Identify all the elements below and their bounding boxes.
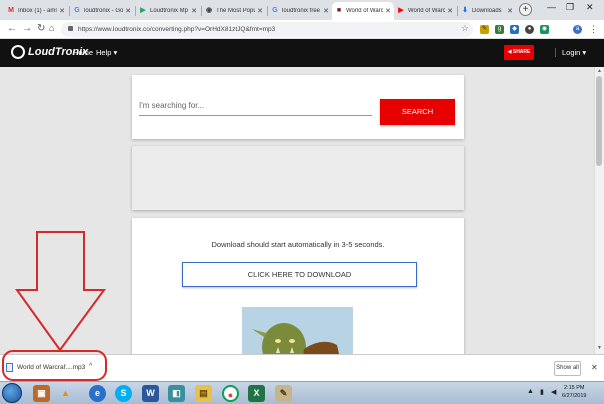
- tab-downloads[interactable]: ⬇ Downloads ✕: [458, 2, 516, 20]
- download-card: Download should start automatically in 3…: [132, 218, 464, 354]
- tab-title: Downloads: [472, 8, 502, 14]
- maximize-icon[interactable]: ❐: [566, 2, 574, 13]
- search-card: SEARCH: [132, 75, 464, 139]
- globe-icon: ◉: [205, 7, 213, 14]
- network-icon[interactable]: ▮: [540, 388, 544, 396]
- gmail-icon: M: [8, 7, 14, 14]
- clock-date: 6/27/2019: [562, 393, 587, 399]
- tab-close-icon[interactable]: ✕: [59, 7, 65, 15]
- extension-pen-icon[interactable]: ✎: [480, 25, 489, 34]
- google-icon: G: [74, 7, 80, 14]
- downloaded-filename: World of Warcraf....mp3: [17, 364, 86, 371]
- clock-time: 2:15 PM: [563, 385, 585, 391]
- share-button[interactable]: ◀ SHARE: [504, 45, 534, 60]
- downloaded-file-item[interactable]: World of Warcraf....mp3: [6, 363, 85, 372]
- bookmark-star-icon[interactable]: ☆: [461, 23, 469, 34]
- site-header: LoudTronix Home Help ▾ ◀ SHARE Login ▾: [0, 39, 604, 67]
- back-icon[interactable]: ←: [7, 23, 17, 34]
- excel-icon[interactable]: X: [248, 385, 265, 402]
- reload-icon[interactable]: ↻: [37, 23, 45, 34]
- tab-title: World of Warcr: [346, 8, 384, 14]
- tab-close-icon[interactable]: ✕: [507, 7, 513, 15]
- download-message: Download should start automatically in 3…: [211, 240, 385, 249]
- scroll-up-icon[interactable]: ▲: [597, 68, 602, 74]
- extension-a-icon[interactable]: ◆: [510, 25, 519, 34]
- file-explorer-icon[interactable]: ▤: [195, 385, 212, 402]
- close-shelf-icon[interactable]: ✕: [591, 363, 598, 372]
- close-window-icon[interactable]: ✕: [586, 2, 594, 13]
- tab-close-icon[interactable]: ✕: [125, 7, 131, 15]
- tab-world-of-warcraft-active[interactable]: ■ World of Warcr ✕: [332, 2, 394, 20]
- search-button[interactable]: SEARCH: [380, 99, 455, 125]
- home-icon[interactable]: ⌂: [49, 23, 54, 33]
- tab-title: loudtronix free: [282, 8, 321, 14]
- tab-close-icon[interactable]: ✕: [191, 7, 197, 15]
- windows-taskbar: ▣ ▲ e S W ◧ ▤ ● X ✎ ▲ ▮ ◀ 2:15 PM 6/27/2…: [0, 381, 604, 404]
- tab-title: The Most Popu: [216, 8, 256, 14]
- game-icon: ■: [336, 7, 342, 14]
- vlc-icon[interactable]: ▲: [57, 385, 74, 402]
- chevron-up-icon[interactable]: ^: [89, 363, 92, 370]
- forward-icon[interactable]: →: [22, 23, 32, 34]
- paint-icon[interactable]: ▣: [33, 385, 50, 402]
- logo-circle-icon: [11, 45, 25, 59]
- lock-icon[interactable]: [68, 26, 73, 31]
- tab-loudtronix-search[interactable]: G loudtronix - Go ✕: [70, 2, 134, 20]
- show-all-button[interactable]: Show all: [554, 361, 581, 376]
- scrollbar-thumb[interactable]: [596, 76, 602, 166]
- address-bar[interactable]: https://www.loudtronix.co/converting.php…: [61, 22, 473, 37]
- profile-avatar[interactable]: a: [573, 25, 582, 34]
- tab-strip: M Inbox (1) - ams ✕ G loudtronix - Go ✕ …: [0, 0, 604, 20]
- play-icon: ▶: [140, 7, 146, 14]
- tab-close-icon[interactable]: ✕: [447, 7, 453, 15]
- tab-close-icon[interactable]: ✕: [257, 7, 263, 15]
- app-tool-icon[interactable]: ✎: [275, 385, 292, 402]
- tab-close-icon[interactable]: ✕: [323, 7, 329, 15]
- extension-g-icon[interactable]: g: [495, 25, 504, 34]
- menu-kebab-icon[interactable]: ⋮: [589, 24, 598, 35]
- app-icon[interactable]: ◧: [168, 385, 185, 402]
- tab-inbox[interactable]: M Inbox (1) - ams ✕: [4, 2, 68, 20]
- skype-icon[interactable]: S: [115, 385, 132, 402]
- tab-title: Loudtronix Mp: [150, 8, 189, 14]
- new-tab-button[interactable]: +: [519, 3, 532, 16]
- internet-explorer-icon[interactable]: e: [89, 385, 106, 402]
- tab-title: loudtronix - Go: [84, 8, 124, 14]
- page-content: SEARCH Download should start automatical…: [0, 67, 604, 354]
- tab-close-icon[interactable]: ✕: [385, 7, 391, 15]
- tray-arrow-icon[interactable]: ▲: [527, 388, 534, 395]
- tab-loudtronix-free[interactable]: G loudtronix free ✕: [268, 2, 332, 20]
- login-menu[interactable]: Login ▾: [555, 48, 586, 57]
- video-thumbnail[interactable]: [242, 307, 353, 354]
- tab-world-of-warcraft-youtube[interactable]: ▶ World of Warcr ✕: [394, 2, 456, 20]
- orc-warrior-image: [242, 307, 353, 354]
- tab-most-popular[interactable]: ◉ The Most Popu ✕: [202, 2, 266, 20]
- audio-file-icon: [6, 363, 13, 372]
- download-shelf: World of Warcraf....mp3 ^ Show all ✕: [0, 354, 604, 381]
- scroll-down-icon[interactable]: ▼: [597, 345, 602, 351]
- extension-tag-icon[interactable]: ◉: [540, 25, 549, 34]
- google-icon: G: [272, 7, 278, 14]
- download-icon: ⬇: [462, 7, 468, 14]
- minimize-icon[interactable]: —: [547, 2, 556, 12]
- search-input[interactable]: [139, 95, 372, 116]
- nav-home[interactable]: Home: [73, 48, 93, 57]
- tab-title: World of Warcr: [408, 8, 446, 14]
- tab-loudtronix-mp3[interactable]: ▶ Loudtronix Mp ✕: [136, 2, 200, 20]
- chrome-icon[interactable]: ●: [222, 385, 239, 402]
- browser-toolbar: ← → ↻ ⌂ https://www.loudtronix.co/conver…: [0, 20, 604, 39]
- ad-placeholder: [132, 146, 464, 210]
- nav-help[interactable]: Help ▾: [96, 48, 117, 57]
- system-clock[interactable]: 2:15 PM 6/27/2019: [562, 384, 586, 400]
- youtube-icon: ▶: [398, 7, 404, 14]
- volume-icon[interactable]: ◀: [551, 388, 556, 396]
- tab-title: Inbox (1) - ams: [18, 8, 58, 14]
- start-button[interactable]: [2, 383, 22, 403]
- url-text: https://www.loudtronix.co/converting.php…: [78, 26, 276, 33]
- word-icon[interactable]: W: [142, 385, 159, 402]
- click-to-download-button[interactable]: CLICK HERE TO DOWNLOAD: [182, 262, 417, 287]
- extension-circle-icon[interactable]: ●: [525, 25, 534, 34]
